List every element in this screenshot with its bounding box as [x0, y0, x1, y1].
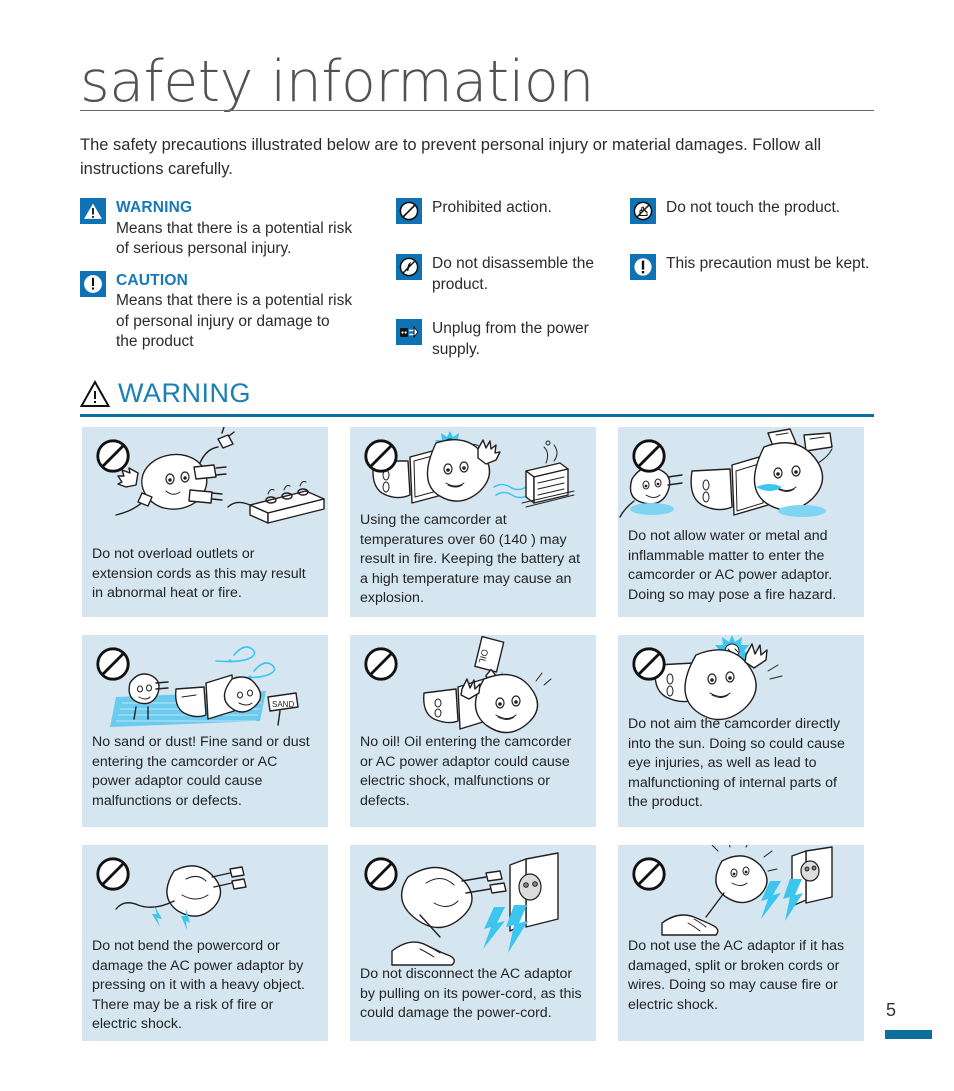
warning-section-heading: WARNING — [79, 378, 251, 409]
prohibited-icon — [396, 198, 422, 224]
legend-item-do-not-touch: Do not touch the product. — [630, 198, 890, 224]
safety-information-page: safety information The safety precaution… — [0, 0, 954, 1091]
legend-item-warning: WARNING Means that there is a potential … — [80, 198, 355, 260]
legend-unplug-text: Unplug from the power supply. — [432, 320, 589, 358]
legend-item-unplug: Unplug from the power supply. — [396, 319, 611, 360]
legend-item-caution-text: CAUTION Means that there is a potential … — [106, 271, 355, 353]
legend-caution-body: Means that there is a potential risk of … — [116, 292, 353, 350]
legend-prohibited-text: Prohibited action. — [432, 199, 552, 216]
legend-warning-body: Means that there is a potential risk of … — [116, 219, 353, 258]
warning-card: Using the camcorder at temperatures over… — [350, 427, 596, 617]
prohibited-icon — [364, 647, 398, 681]
must-keep-icon — [630, 254, 656, 280]
warning-card-caption: Do not disconnect the AC adaptor by pull… — [360, 966, 582, 1021]
illustration-camcorder-high-temperature-fire — [350, 427, 596, 511]
warning-card-caption: Do not bend the powercord or damage the … — [92, 938, 305, 1032]
intro-paragraph: The safety precautions illustrated below… — [80, 136, 822, 178]
legend-do-not-touch-text: Do not touch the product. — [666, 199, 841, 216]
title-divider — [80, 110, 874, 111]
warning-section-divider — [80, 414, 874, 417]
legend-item-must-keep: This precaution must be kept. — [630, 254, 890, 280]
svg-text:SAND: SAND — [272, 700, 294, 709]
illustration-damaged-adaptor-cords — [618, 845, 864, 937]
caution-exclamation-icon — [80, 270, 106, 297]
illustration-camcorder-aimed-at-sun — [618, 635, 864, 721]
prohibited-icon — [364, 857, 398, 891]
warning-card: Do not aim the camcorder directly into t… — [618, 635, 864, 827]
illustration-water-entering-camcorder — [618, 427, 864, 527]
illustration-camcorder-in-sand: SAND — [82, 635, 328, 733]
prohibited-icon — [632, 439, 666, 473]
warning-card-caption: No sand or dust! Fine sand or dust enter… — [92, 734, 310, 809]
illustration-pulling-adaptor-by-cord — [350, 845, 596, 966]
warning-card-caption: Do not allow water or metal and inflamma… — [628, 528, 837, 603]
page-number: 5 — [886, 1000, 897, 1020]
warning-card-caption: Do not use the AC adaptor if it has dama… — [628, 938, 845, 1013]
warning-card: Do not use the AC adaptor if it has dama… — [618, 845, 864, 1041]
prohibited-icon — [364, 439, 398, 473]
warning-card: Do not bend the powercord or damage the … — [82, 845, 328, 1041]
warning-card-caption: No oil! Oil entering the camcorder or AC… — [360, 734, 572, 809]
warning-section-label: WARNING — [118, 378, 251, 408]
prohibited-icon — [96, 647, 130, 681]
legend-do-not-disassemble-text: Do not disassemble the product. — [432, 255, 594, 293]
prohibited-icon — [632, 647, 666, 681]
warning-card-caption: Do not overload outlets or extension cor… — [92, 546, 306, 601]
prohibited-icon — [96, 857, 130, 891]
legend-column-1: WARNING Means that there is a potential … — [80, 198, 355, 364]
legend-column-2: Prohibited action. Do not disassemble th… — [396, 198, 611, 371]
warning-card: Do not disconnect the AC adaptor by pull… — [350, 845, 596, 1041]
warning-triangle-outline-icon — [79, 379, 111, 408]
legend-item-warning-text: WARNING Means that there is a potential … — [106, 198, 355, 260]
do-not-disassemble-icon — [396, 254, 422, 280]
warning-card-caption: Using the camcorder at temperatures over… — [360, 512, 581, 606]
illustration-overloaded-power-strip — [82, 427, 328, 545]
legend-item-prohibited: Prohibited action. — [396, 198, 611, 224]
legend-item-do-not-disassemble: Do not disassemble the product. — [396, 254, 611, 295]
do-not-touch-icon — [630, 198, 656, 224]
prohibited-icon — [96, 439, 130, 473]
illustration-bent-powercord-heavy-object — [82, 845, 328, 937]
legend-must-keep-text: This precaution must be kept. — [666, 255, 870, 272]
prohibited-icon — [632, 857, 666, 891]
page-number-bar — [885, 1030, 932, 1039]
legend-column-3: Do not touch the product. This precautio… — [630, 198, 890, 291]
warning-card: OIL No oil! Oil entering the camcorder o… — [350, 635, 596, 827]
warning-card: Do not overload outlets or extension cor… — [82, 427, 328, 617]
warning-card-caption: Do not aim the camcorder directly into t… — [628, 716, 845, 810]
page-title: safety information — [80, 49, 594, 115]
warning-triangle-icon — [80, 198, 106, 224]
unplug-icon — [396, 319, 422, 345]
legend-item-caution: CAUTION Means that there is a potential … — [80, 270, 355, 353]
illustration-oil-dripping-on-camcorder: OIL — [350, 635, 596, 734]
warning-card: SAND No sand or dust! Fine sand or dust … — [82, 635, 328, 827]
legend-caution-heading: CAUTION — [116, 271, 189, 289]
legend-warning-heading: WARNING — [116, 199, 193, 216]
warning-card: Do not allow water or metal and inflamma… — [618, 427, 864, 617]
